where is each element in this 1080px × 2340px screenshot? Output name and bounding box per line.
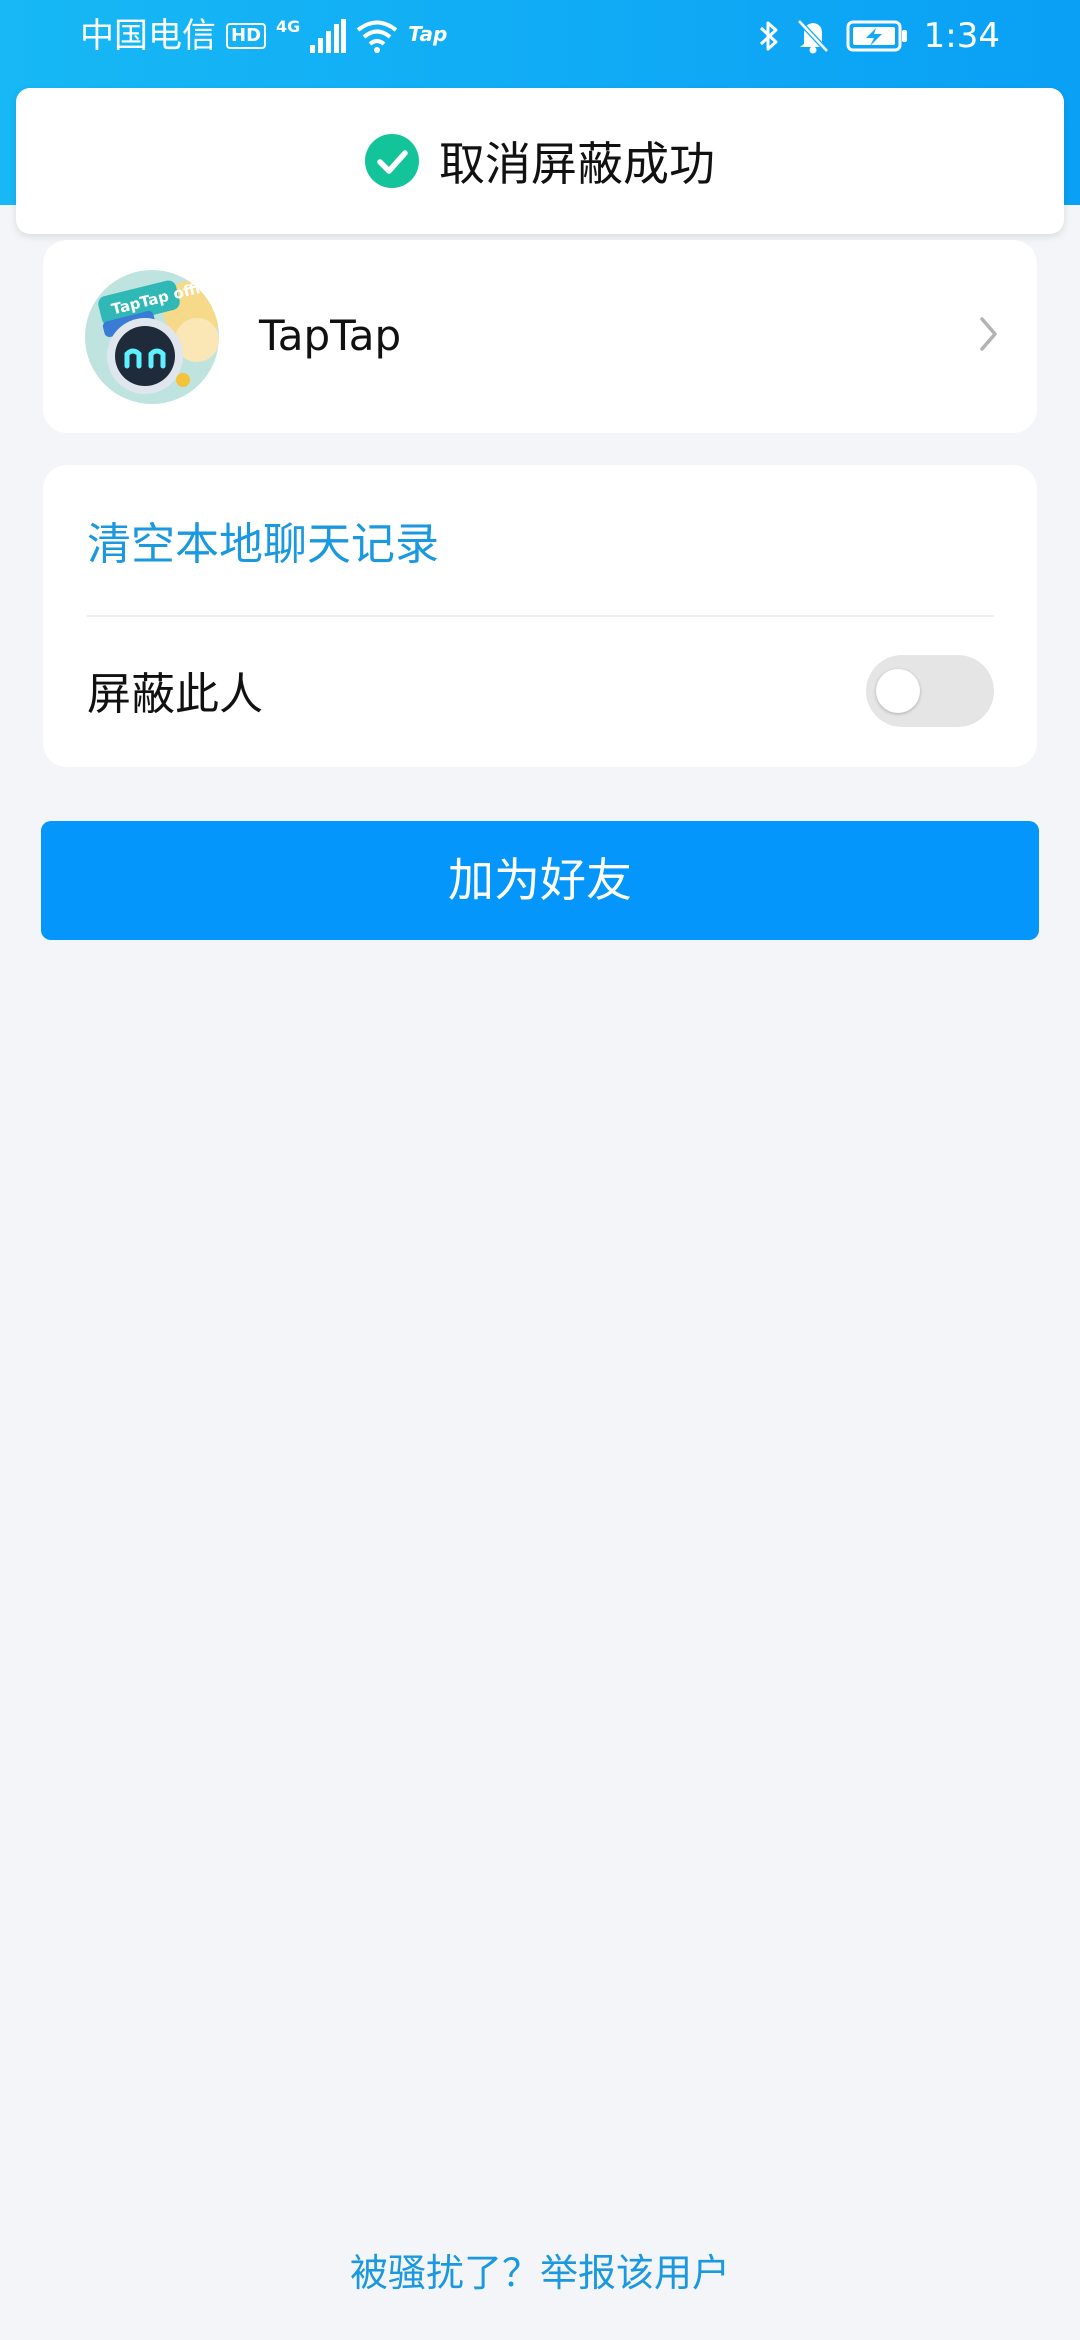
check-circle-icon <box>365 134 419 188</box>
bell-muted-icon <box>796 19 829 54</box>
toast-message: 取消屏蔽成功 <box>439 137 715 191</box>
add-friend-button[interactable]: 加为好友 <box>41 821 1039 940</box>
bluetooth-icon <box>759 21 778 51</box>
taptap-avatar-image: TapTap official <box>85 270 219 404</box>
avatar[interactable]: TapTap official <box>85 270 219 404</box>
block-user-label: 屏蔽此人 <box>87 669 263 720</box>
options-card: 清空本地聊天记录 屏蔽此人 <box>43 465 1037 767</box>
unblock-success-toast: 取消屏蔽成功 <box>16 88 1064 234</box>
divider <box>87 615 994 617</box>
clear-chat-history-button[interactable]: 清空本地聊天记录 <box>87 515 439 575</box>
wifi-icon <box>357 20 398 53</box>
profile-name: TapTap <box>259 311 402 360</box>
hd-badge: HD <box>226 23 267 49</box>
profile-card[interactable]: TapTap official TapTap <box>43 240 1037 433</box>
taptap-notification-icon: Tap <box>408 22 448 46</box>
carrier-name: 中国电信 <box>80 16 216 56</box>
network-type: 4G <box>276 17 301 36</box>
battery-charging-icon <box>846 20 907 52</box>
clock: 1:34 <box>923 16 1000 56</box>
toggle-knob <box>876 669 920 713</box>
chevron-right-icon <box>980 317 997 351</box>
report-user-link[interactable]: 被骚扰了？举报该用户 <box>0 2245 1080 2301</box>
status-bar-right: 1:34 <box>758 14 1000 58</box>
status-bar: 中国电信 HD 4G Tap 1:34 <box>0 0 1080 72</box>
status-bar-left: 中国电信 HD 4G Tap <box>80 14 447 58</box>
block-user-toggle[interactable] <box>866 655 994 727</box>
signal-icon <box>310 19 347 53</box>
